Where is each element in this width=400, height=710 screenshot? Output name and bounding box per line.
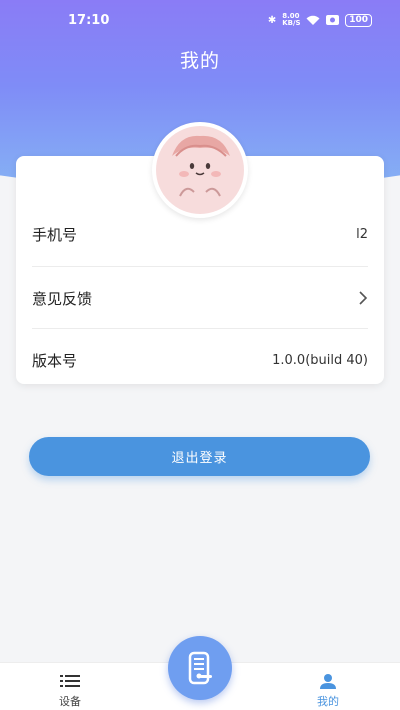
camera-icon [326, 15, 340, 25]
wifi-icon [306, 15, 320, 25]
avatar[interactable] [152, 122, 248, 218]
version-label: 版本号 [32, 351, 78, 370]
feedback-label: 意见反馈 [32, 289, 93, 308]
chevron-right-icon [359, 291, 368, 305]
phone-label: 手机号 [32, 225, 78, 244]
tab-devices[interactable]: 设备 [40, 673, 100, 709]
page-title: 我的 [179, 50, 220, 72]
tab-devices-label: 设备 [59, 695, 81, 708]
bluetooth-icon: ✱ [267, 14, 277, 26]
tab-mine-label: 我的 [317, 695, 339, 708]
person-icon [320, 674, 336, 689]
status-bar: 17:10 ✱ 8.00 KB/S 100 [0, 0, 400, 40]
status-icons: ✱ 8.00 KB/S 100 [268, 13, 372, 27]
version-row: 版本号 1.0.0(build 40) [32, 328, 368, 392]
door-lock-icon [188, 651, 212, 685]
status-time: 17:10 [68, 12, 110, 28]
cartoon-avatar-icon [156, 126, 244, 214]
tab-mine[interactable]: 我的 [298, 673, 358, 709]
list-icon [60, 675, 80, 687]
center-lock-button[interactable] [168, 636, 232, 700]
logout-button[interactable]: 退出登录 [29, 437, 370, 476]
version-value: 1.0.0(build 40) [272, 352, 368, 368]
phone-value: l2 [356, 226, 368, 242]
battery-icon: 100 [345, 13, 372, 27]
feedback-row[interactable]: 意见反馈 [32, 266, 368, 330]
net-speed: 8.00 KB/S [282, 12, 301, 27]
